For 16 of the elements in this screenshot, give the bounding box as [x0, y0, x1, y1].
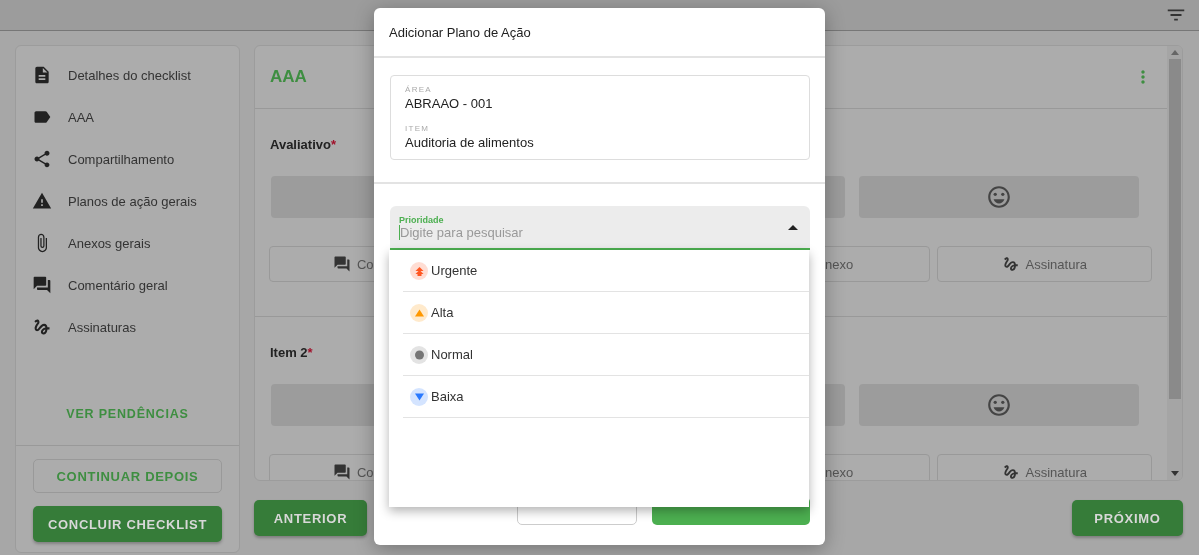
- item-value: Auditoria de alimentos: [405, 135, 535, 151]
- field-caption: ITEM: [405, 124, 431, 133]
- sidebar-item-label: Anexos gerais: [68, 235, 151, 251]
- sidebar-item-label: Assinaturas: [68, 319, 136, 335]
- field-label: Prioridade: [399, 214, 445, 225]
- dialog-title: Adicionar Plano de Ação: [374, 8, 825, 58]
- sidebar-item-label: Comentário geral: [68, 277, 168, 293]
- sidebar-item-label: Planos de ação gerais: [68, 193, 197, 209]
- area-value: ABRAAO - 001: [405, 96, 494, 112]
- question-label: Avaliativo*: [270, 137, 336, 152]
- sidebar-item-label: AAA: [68, 109, 94, 125]
- sidebar-item-label: Detalhes do checklist: [68, 67, 191, 83]
- section-title: AAA: [270, 67, 307, 87]
- question-label: Item 2*: [270, 345, 313, 360]
- field-caption: ÁREA: [405, 85, 433, 94]
- sidebar-item-label: Compartilhamento: [68, 151, 175, 167]
